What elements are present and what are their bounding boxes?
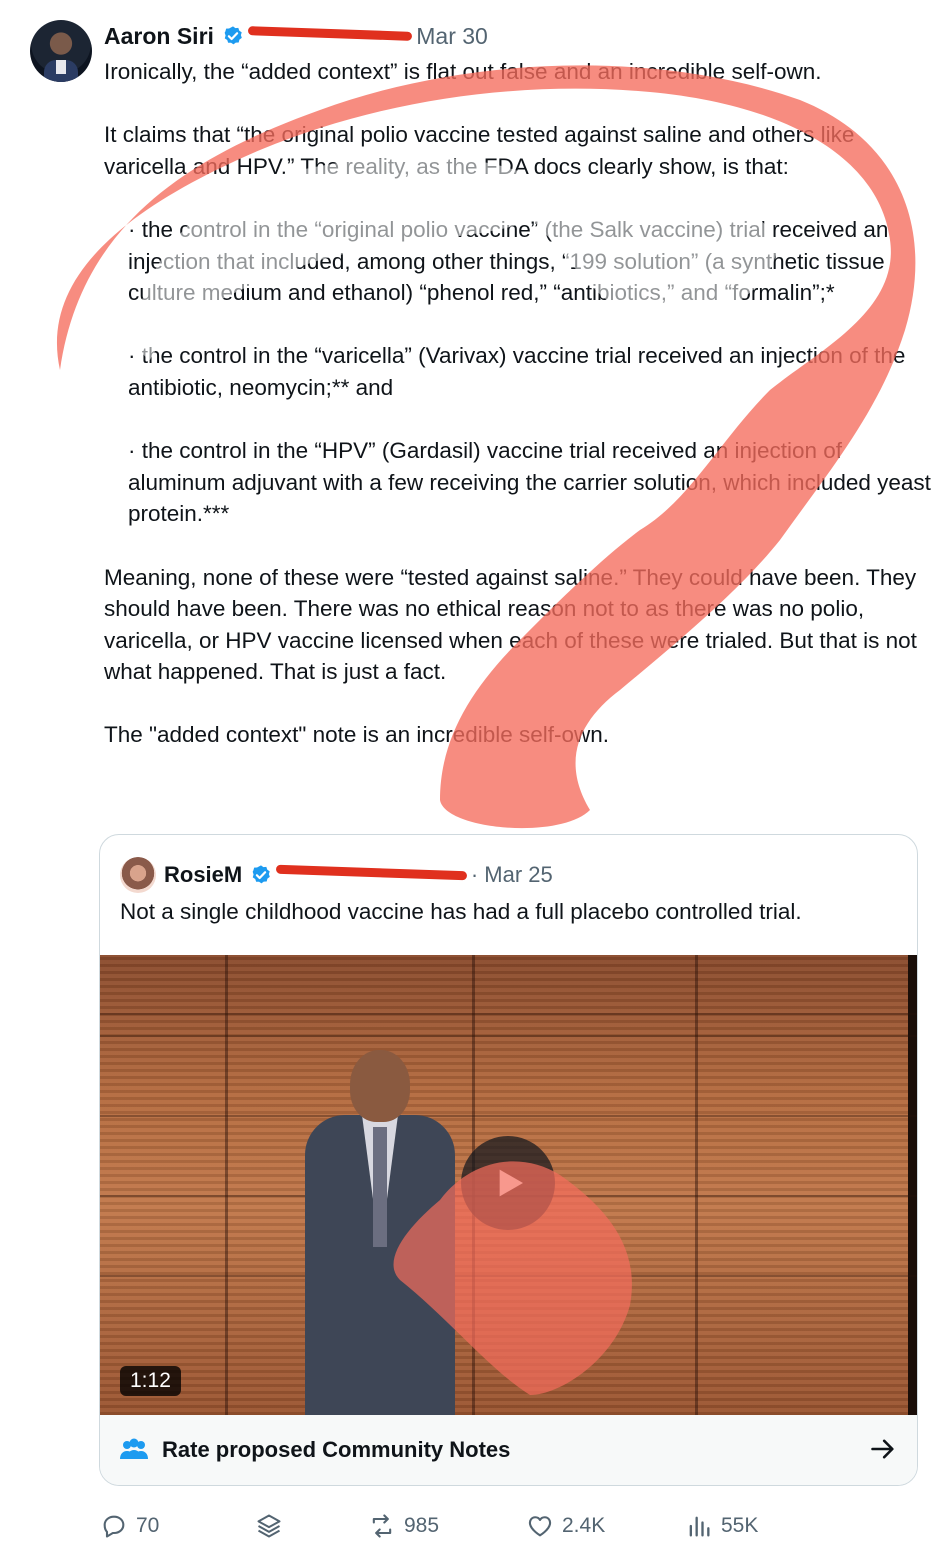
like-action[interactable]: 2.4K	[526, 1512, 605, 1540]
quoted-tweet[interactable]: RosieM @RosieM1270000 · Mar 25 Not a sin…	[99, 834, 918, 1486]
paragraph: Meaning, none of these were “tested agai…	[104, 564, 924, 685]
paragraph: The "added context" note is an incredibl…	[104, 722, 610, 748]
repost-count: 985	[404, 1514, 440, 1537]
author-handle-redacted[interactable]: @AaronSiri000	[247, 23, 413, 50]
views-action[interactable]: 55K	[685, 1512, 758, 1540]
paragraph: It claims that “the original polio vacci…	[104, 122, 861, 179]
repost-action[interactable]: 985	[368, 1512, 439, 1540]
quoted-text: Not a single childhood vaccine has had a…	[120, 899, 802, 924]
tweet-date[interactable]: Mar 30	[416, 23, 488, 50]
redaction-mark	[276, 864, 467, 881]
author-avatar[interactable]	[30, 20, 92, 82]
wall-line	[100, 1275, 917, 1277]
speaker-tie	[373, 1127, 387, 1247]
community-notes-icon	[120, 1438, 148, 1459]
view-count: 55K	[721, 1514, 759, 1537]
wall-line	[100, 1035, 917, 1037]
bookmark-action[interactable]	[255, 1512, 283, 1540]
video-player[interactable]: 1:12	[100, 955, 917, 1415]
reply-count: 70	[136, 1514, 160, 1537]
wall-line	[100, 1115, 917, 1117]
views-icon	[689, 1516, 710, 1537]
speaker-head	[350, 1050, 410, 1122]
quoted-handle-redacted[interactable]: @RosieM1270000	[276, 862, 467, 888]
bullet-paragraph: · the control in the “original polio vac…	[128, 216, 895, 306]
quoted-date[interactable]: · Mar 25	[471, 862, 553, 888]
quoted-avatar[interactable]	[120, 857, 156, 893]
reply-icon	[103, 1515, 125, 1538]
action-bar: 70 985 2.4K 55K	[100, 1512, 880, 1552]
wall-seam	[695, 955, 698, 1415]
repost-icon	[372, 1514, 392, 1538]
arrow-right-icon[interactable]	[869, 1435, 897, 1463]
tweet-body: Ironically, the “added context” is flat …	[104, 56, 934, 751]
bullet-paragraph: · the control in the “varicella” (Variva…	[128, 343, 912, 400]
verified-badge-icon	[224, 26, 242, 45]
author-name[interactable]: Aaron Siri	[104, 23, 214, 50]
play-button[interactable]	[461, 1136, 555, 1230]
bullet-paragraph: · the control in the “HPV” (Gardasil) va…	[128, 438, 938, 527]
like-count: 2.4K	[562, 1514, 606, 1537]
reply-action[interactable]: 70	[100, 1512, 159, 1540]
community-notes-bar[interactable]: Rate proposed Community Notes	[100, 1415, 917, 1485]
verified-badge-icon	[252, 865, 271, 884]
wall-seam	[908, 955, 917, 1415]
wall-seam	[225, 955, 228, 1415]
bookmark-layers-icon	[257, 1514, 281, 1538]
tweet-header: Aaron Siri @AaronSiri000 Mar 30	[104, 20, 488, 52]
like-icon	[528, 1516, 552, 1537]
community-notes-label[interactable]: Rate proposed Community Notes	[162, 1437, 510, 1463]
avatar-collar	[56, 60, 66, 74]
wall-line	[100, 1013, 917, 1015]
paragraph: Ironically, the “added context” is flat …	[104, 59, 822, 84]
video-duration: 1:12	[120, 1366, 181, 1396]
tweet: Aaron Siri @AaronSiri000 Mar 30 Ironical…	[0, 0, 948, 1568]
play-icon	[499, 1169, 523, 1197]
quoted-author-name[interactable]: RosieM	[164, 862, 242, 888]
quoted-header: RosieM @RosieM1270000 · Mar 25	[120, 857, 553, 893]
redaction-mark	[247, 25, 413, 41]
